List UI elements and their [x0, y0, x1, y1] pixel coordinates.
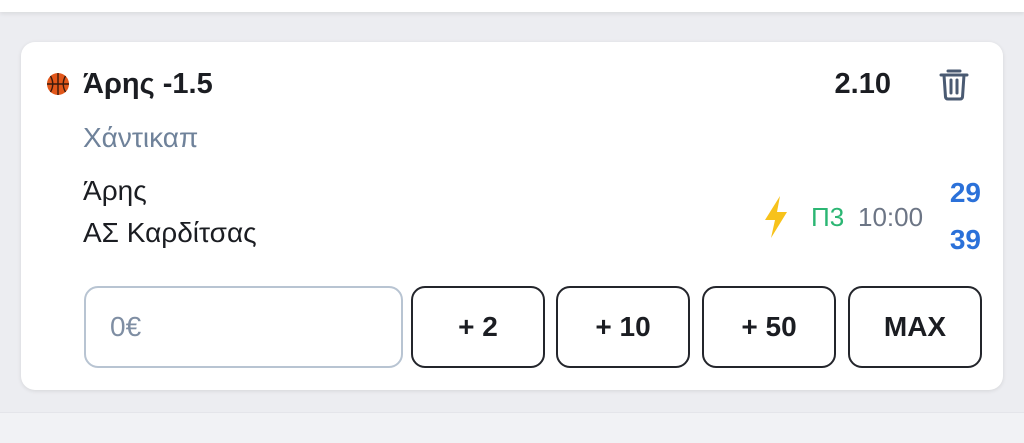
- previous-card-edge: [0, 0, 1024, 12]
- lightning-bolt-icon: [765, 196, 787, 238]
- selection-name: Άρης -1.5: [83, 68, 213, 100]
- trash-icon[interactable]: [934, 64, 974, 104]
- market-type: Χάντικαπ: [83, 122, 199, 153]
- quick-stake-2-button[interactable]: + 2: [411, 286, 545, 368]
- match-period: Π3: [811, 202, 845, 232]
- basketball-icon: [47, 73, 69, 95]
- home-team-name: Άρης: [83, 175, 147, 206]
- quick-stake-50-button[interactable]: + 50: [702, 286, 836, 368]
- next-section-edge: [0, 412, 1024, 443]
- odds-value: 2.10: [834, 68, 891, 100]
- home-score: 29: [949, 177, 981, 208]
- away-score: 39: [949, 224, 981, 255]
- stake-input[interactable]: 0€: [84, 286, 403, 368]
- away-team-name: ΑΣ Καρδίτσας: [83, 217, 257, 248]
- match-clock: 10:00: [858, 202, 924, 232]
- max-stake-button[interactable]: MAX: [848, 286, 982, 368]
- quick-stake-10-button[interactable]: + 10: [556, 286, 690, 368]
- bet-slip-card: Άρης -1.5 2.10 Χάντικαπ Άρης ΑΣ Καρδίτσα…: [21, 42, 1003, 390]
- stake-value: 0€: [110, 311, 142, 342]
